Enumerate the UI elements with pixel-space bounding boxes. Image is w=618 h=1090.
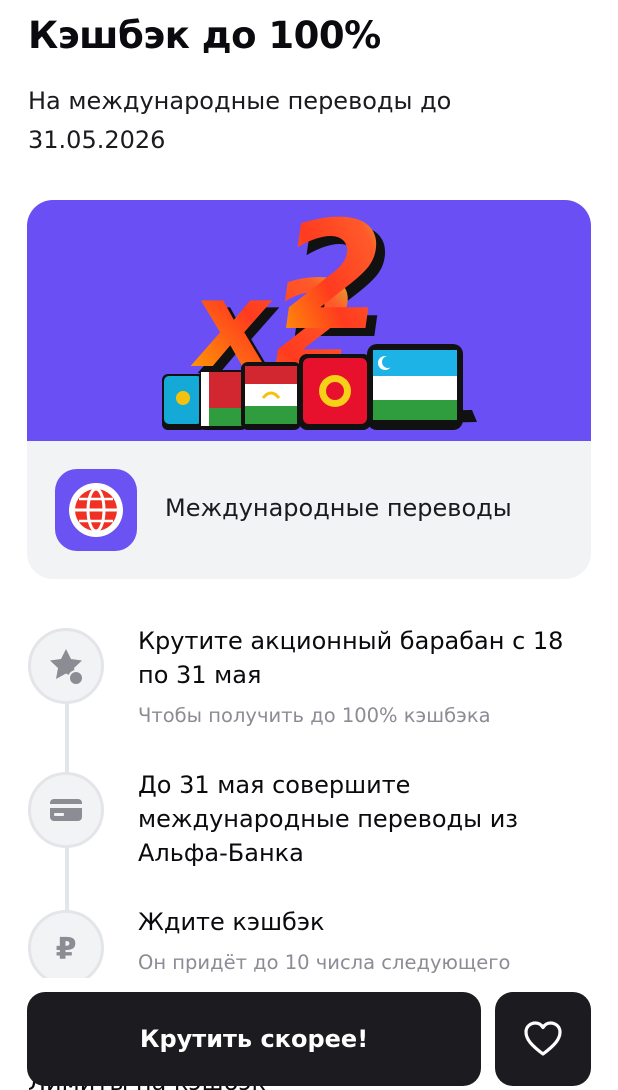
promo-banner: x 2 x2 2 xyxy=(27,200,591,441)
favorite-button[interactable] xyxy=(495,992,591,1086)
step-2-title: До 31 мая совершите международные перево… xyxy=(138,771,519,867)
promo-card[interactable]: x 2 x2 2 Международные переводы xyxy=(27,200,591,579)
card-icon xyxy=(28,772,104,848)
ruble-icon: ₽ xyxy=(28,910,104,986)
promo-page: Кэшбэк до 100% На международные переводы… xyxy=(0,0,618,1090)
product-label: Международные переводы xyxy=(165,494,512,522)
page-subtitle: На международные переводы до 31.05.2026 xyxy=(28,87,452,154)
star-hand-icon xyxy=(28,628,104,704)
globe-icon xyxy=(55,469,137,551)
belarus-flag xyxy=(199,370,247,430)
step-1-title: Крутите акционный барабан с 18 по 31 мая xyxy=(138,627,564,689)
uzbekistan-flag xyxy=(367,344,463,430)
kyrgyzstan-flag xyxy=(299,354,371,430)
step-1-subtitle: Чтобы получить до 100% кэшбэка xyxy=(138,704,491,727)
step-3-title: Ждите кэшбэк xyxy=(138,908,325,936)
page-title: Кэшбэк до 100% xyxy=(28,14,381,57)
svg-text:₽: ₽ xyxy=(56,932,77,967)
tajikistan-flag xyxy=(241,362,301,430)
spin-button[interactable]: Крутить скорее! xyxy=(27,992,481,1086)
banner-illustration: x 2 x2 2 xyxy=(162,200,477,430)
product-row[interactable]: Международные переводы xyxy=(27,441,591,579)
step-3-subtitle: Он придёт до 10 числа следующего xyxy=(138,951,511,974)
heart-icon xyxy=(524,1021,562,1056)
